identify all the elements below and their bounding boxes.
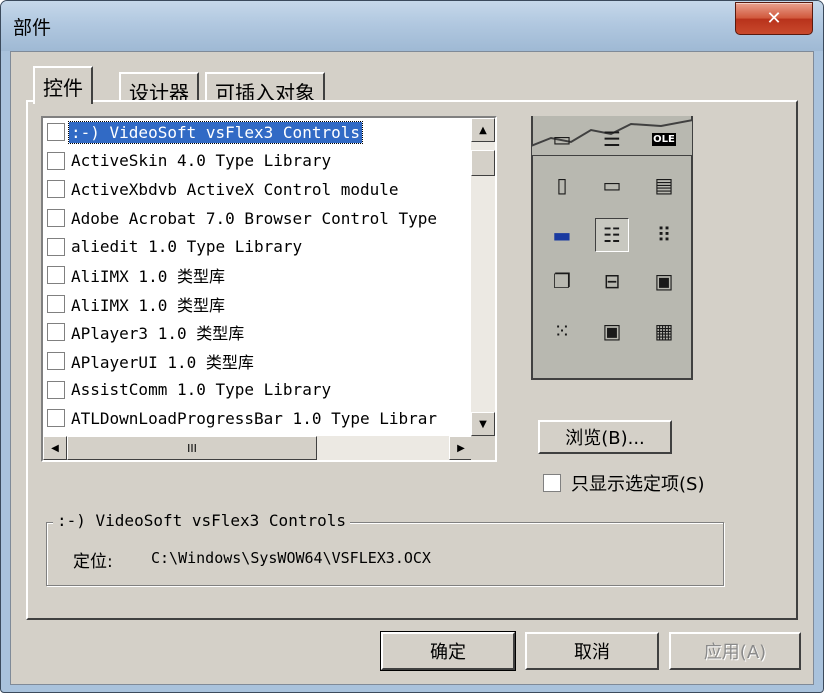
list-item-checkbox[interactable] [47,237,65,256]
list-item[interactable]: AliIMX 1.0 类型库 [43,290,473,319]
vertical-scroll-thumb[interactable] [471,150,495,176]
cancel-button[interactable]: 取消 [525,632,659,670]
list-item-checkbox[interactable] [47,266,65,285]
list-item-label: APlayerUI 1.0 类型库 [71,353,254,373]
calendar-icon: ▦ [654,319,674,343]
list-item-checkbox[interactable] [47,180,65,199]
list-item-label: APlayer3 1.0 类型库 [71,324,245,344]
list-item-label: aliedit 1.0 Type Library [71,237,303,257]
vertical-scrollbar[interactable]: ▲ ▼ [471,118,495,436]
tab-insertable-objects[interactable]: 可插入对象 [205,72,325,105]
animation-icon: ▣ [602,319,622,343]
list-item[interactable]: ActiveSkin 4.0 Type Library [43,147,473,176]
tab-strip-icon: ▯ [556,173,568,197]
image-list-icon: ❐ [553,269,571,293]
scroll-grip: III [187,441,197,455]
list-item[interactable]: APlayerUI 1.0 类型库 [43,347,473,376]
list-item-checkbox[interactable] [47,409,65,428]
list-item-checkbox[interactable] [47,294,65,313]
ok-button[interactable]: 确定 [380,631,516,671]
toolbar-icon: ▤ [654,173,674,197]
list-item-label: AliIMX 1.0 类型库 [71,267,225,287]
list-item-label: :-) VideoSoft vsFlex3 Controls [68,120,363,144]
horizontal-scrollbar[interactable]: ◀ III ▶ [43,436,473,460]
browse-button[interactable]: 浏览(B)... [538,420,672,454]
location-label: 定位: [73,552,113,572]
list-item[interactable]: Adobe Acrobat 7.0 Browser Control Type [43,204,473,233]
toolbox-preview: ▭ ☰ OLE ▯ ▭ ▤ ▬ ☷ ⠿ ❐ ⊟ ▣ ⁙ ▣ ▦ [531,116,693,380]
title-bar[interactable]: 部件 ✕ [1,1,823,51]
only-selected-checkbox-box[interactable] [543,474,561,492]
image-combo-icon: ▣ [654,269,674,293]
progress-bar-icon: ▬ [552,223,572,247]
status-bar-icon: ▭ [602,173,622,197]
list-item-label: AssistComm 1.0 Type Library [71,380,332,400]
tab-controls[interactable]: 控件 [33,66,93,104]
horizontal-scroll-thumb[interactable]: III [67,436,317,460]
dialog-client: 控件 设计器 可插入对象 :-) VideoSoft vsFlex3 Contr… [10,51,814,685]
list-item-checkbox[interactable] [47,209,65,228]
list-item[interactable]: APlayer3 1.0 类型库 [43,318,473,347]
ole-icon: OLE [652,132,676,146]
list-item[interactable]: ATLDownLoadProgressBar 1.0 Type Librar [43,404,473,433]
details-title: :-) VideoSoft vsFlex3 Controls [53,511,350,530]
list-item-checkbox[interactable] [47,323,65,342]
list-item[interactable]: AliIMX 1.0 类型库 [43,261,473,290]
apply-button[interactable]: 应用(A) [669,632,801,670]
arrow-right-icon: ▶ [457,442,465,454]
components-dialog: 部件 ✕ 控件 设计器 可插入对象 :-) VideoSoft vsFlex3 … [0,0,824,693]
controls-list: :-) VideoSoft vsFlex3 Controls ActiveSkin… [43,118,473,460]
slider-icon: ⊟ [603,269,621,293]
arrow-down-icon: ▼ [479,418,487,430]
list-item-label: Adobe Acrobat 7.0 Browser Control Type [71,208,438,228]
scroll-right-button[interactable]: ▶ [449,436,473,460]
details-groupbox: :-) VideoSoft vsFlex3 Controls 定位: C:\Wi… [46,511,724,586]
close-button[interactable]: ✕ [735,2,813,35]
list-item-label: AliIMX 1.0 类型库 [71,295,225,315]
list-item-checkbox[interactable] [47,123,65,142]
location-value: C:\Windows\SysWOW64\VSFLEX3.OCX [151,549,431,567]
list-item-checkbox[interactable] [47,352,65,371]
scroll-down-button[interactable]: ▼ [471,412,495,436]
window-title: 部件 [13,17,52,39]
picture-box-icon: ▭ [552,127,572,151]
list-item-label: ActiveSkin 4.0 Type Library [71,151,332,171]
grid-icon: ⁙ [553,319,571,343]
list-view-icon: ⠿ [656,223,672,247]
list-item[interactable]: aliedit 1.0 Type Library [43,232,473,261]
x-icon: ✕ [766,8,782,29]
list-item-checkbox[interactable] [47,380,65,399]
list-box-icon: ☰ [603,127,621,151]
list-item[interactable]: ActiveXbdvb ActiveX Control module [43,175,473,204]
scroll-up-button[interactable]: ▲ [471,118,495,142]
arrow-up-icon: ▲ [479,124,487,136]
tree-view-icon: ☷ [595,218,629,252]
list-item[interactable]: AssistComm 1.0 Type Library [43,375,473,404]
list-item-label: ActiveXbdvb ActiveX Control module [71,179,399,199]
scrollbar-corner [471,436,495,460]
controls-listbox[interactable]: :-) VideoSoft vsFlex3 Controls ActiveSkin… [41,116,497,462]
list-item-checkbox[interactable] [47,151,65,170]
arrow-left-icon: ◀ [51,442,59,454]
list-item-label: ATLDownLoadProgressBar 1.0 Type Librar [71,408,438,428]
tab-designers[interactable]: 设计器 [119,72,199,105]
list-item[interactable]: :-) VideoSoft vsFlex3 Controls [43,118,473,147]
only-selected-label: 只显示选定项(S) [571,474,705,495]
only-selected-checkbox[interactable]: 只显示选定项(S) [543,470,704,496]
scroll-left-button[interactable]: ◀ [43,436,67,460]
